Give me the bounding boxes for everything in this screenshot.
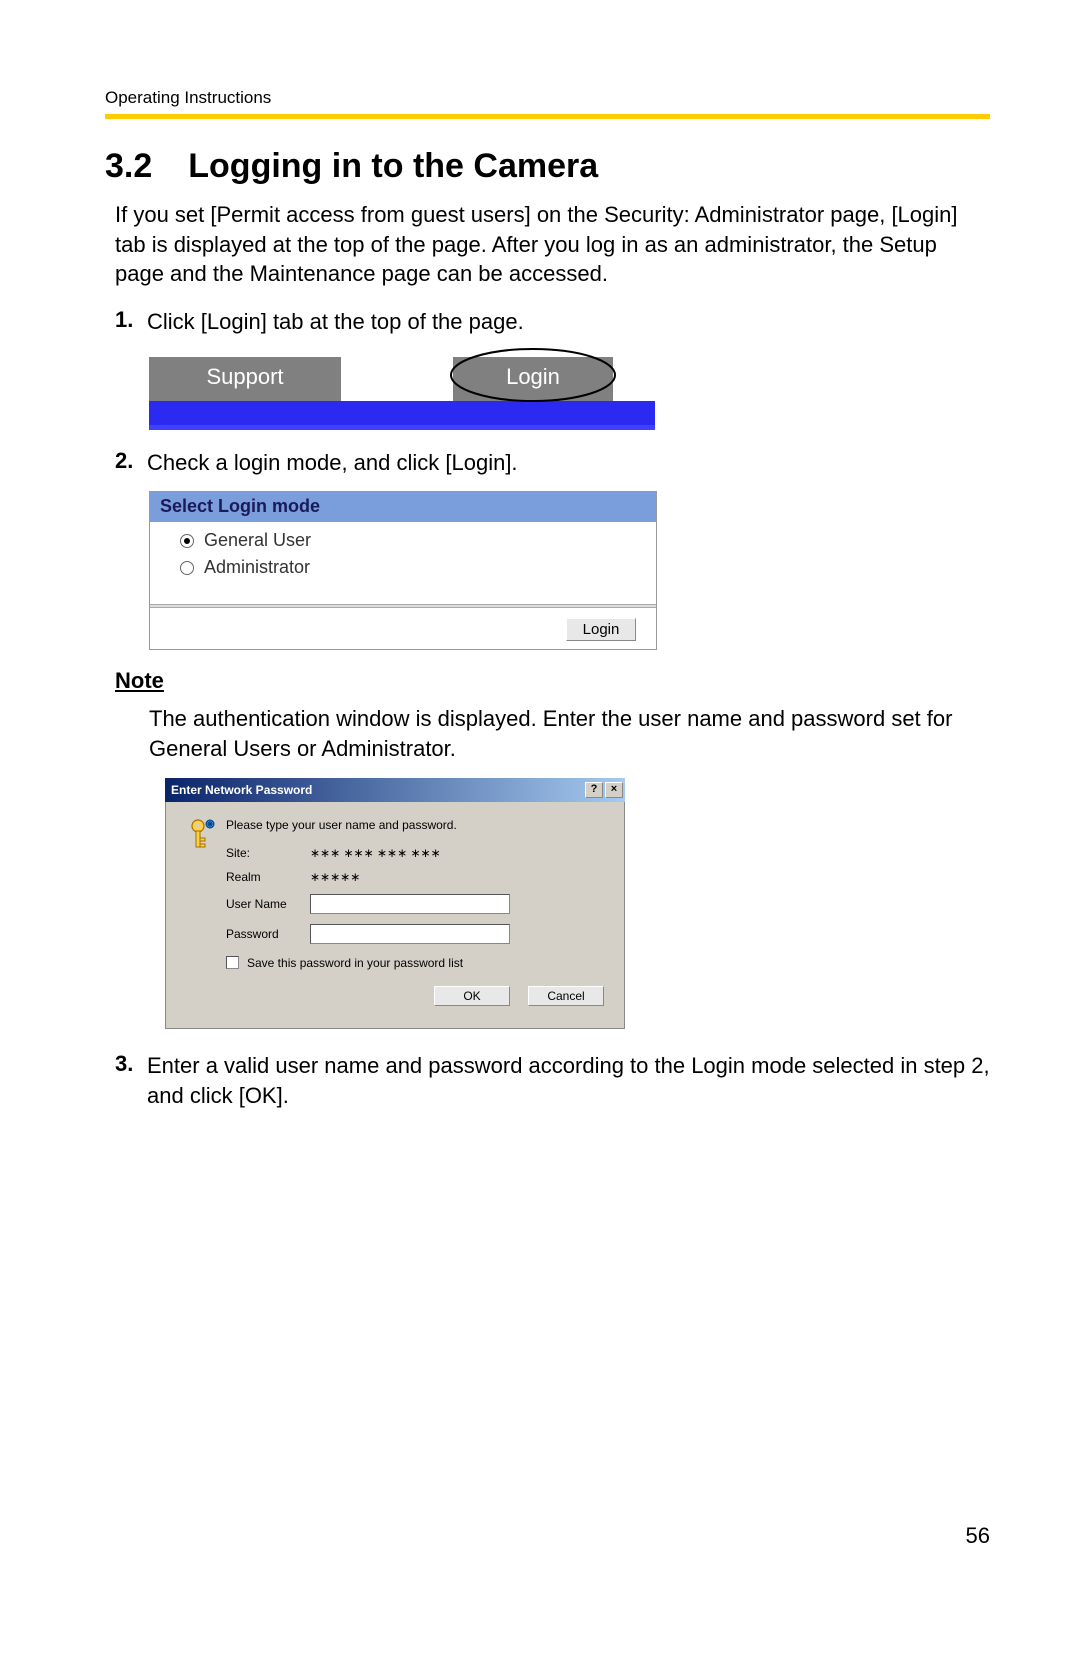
radio-icon xyxy=(180,561,194,575)
ok-button[interactable]: OK xyxy=(434,986,510,1006)
radio-label-general-user: General User xyxy=(204,530,311,551)
dialog-title: Enter Network Password xyxy=(171,783,312,797)
tab-support[interactable]: Support xyxy=(149,357,341,401)
step-text-1: Click [Login] tab at the top of the page… xyxy=(147,307,990,337)
login-highlight-ellipse xyxy=(445,345,621,405)
section-number: 3.2 xyxy=(105,147,152,186)
checkbox-icon xyxy=(226,956,239,969)
radio-label-administrator: Administrator xyxy=(204,557,310,578)
username-input[interactable] xyxy=(310,894,510,914)
step-text-2: Check a login mode, and click [Login]. xyxy=(147,448,990,478)
note-paragraph: The authentication window is displayed. … xyxy=(149,704,990,763)
help-button[interactable]: ? xyxy=(585,782,603,798)
header-rule xyxy=(105,114,990,119)
site-value: ∗∗∗ ∗∗∗ ∗∗∗ ∗∗∗ xyxy=(310,846,441,860)
running-header: Operating Instructions xyxy=(105,88,990,108)
radio-general-user[interactable]: General User xyxy=(180,530,646,551)
password-label: Password xyxy=(226,927,310,941)
username-label: User Name xyxy=(226,897,310,911)
login-mode-title: Select Login mode xyxy=(150,492,656,522)
intro-paragraph: If you set [Permit access from guest use… xyxy=(115,200,990,289)
step-number-3: 3. xyxy=(115,1051,147,1077)
note-heading: Note xyxy=(115,668,990,694)
page-number: 56 xyxy=(966,1523,990,1549)
key-icon xyxy=(188,818,218,852)
figure-password-dialog: Enter Network Password ? × xyxy=(165,778,625,1029)
close-button[interactable]: × xyxy=(605,782,623,798)
realm-label: Realm xyxy=(226,870,310,884)
step-number-2: 2. xyxy=(115,448,147,474)
section-title: 3.2 Logging in to the Camera xyxy=(105,147,990,186)
save-password-label: Save this password in your password list xyxy=(247,956,463,970)
save-password-checkbox[interactable]: Save this password in your password list xyxy=(226,956,610,970)
site-label: Site: xyxy=(226,846,310,860)
figure-login-mode: Select Login mode General User Administr… xyxy=(149,491,990,650)
dialog-titlebar: Enter Network Password ? × xyxy=(165,778,625,802)
step-number-1: 1. xyxy=(115,307,147,333)
section-title-text: Logging in to the Camera xyxy=(188,147,598,185)
login-button[interactable]: Login xyxy=(566,618,636,641)
cancel-button[interactable]: Cancel xyxy=(528,986,604,1006)
tab-bar-blue-thin xyxy=(149,425,655,430)
figure-tabs: Support Login xyxy=(149,351,990,430)
radio-icon-selected xyxy=(180,534,194,548)
dialog-message: Please type your user name and password. xyxy=(226,818,610,832)
password-input[interactable] xyxy=(310,924,510,944)
radio-administrator[interactable]: Administrator xyxy=(180,557,646,578)
step-text-3: Enter a valid user name and password acc… xyxy=(147,1051,990,1110)
realm-value: ∗∗∗∗∗ xyxy=(310,870,360,884)
